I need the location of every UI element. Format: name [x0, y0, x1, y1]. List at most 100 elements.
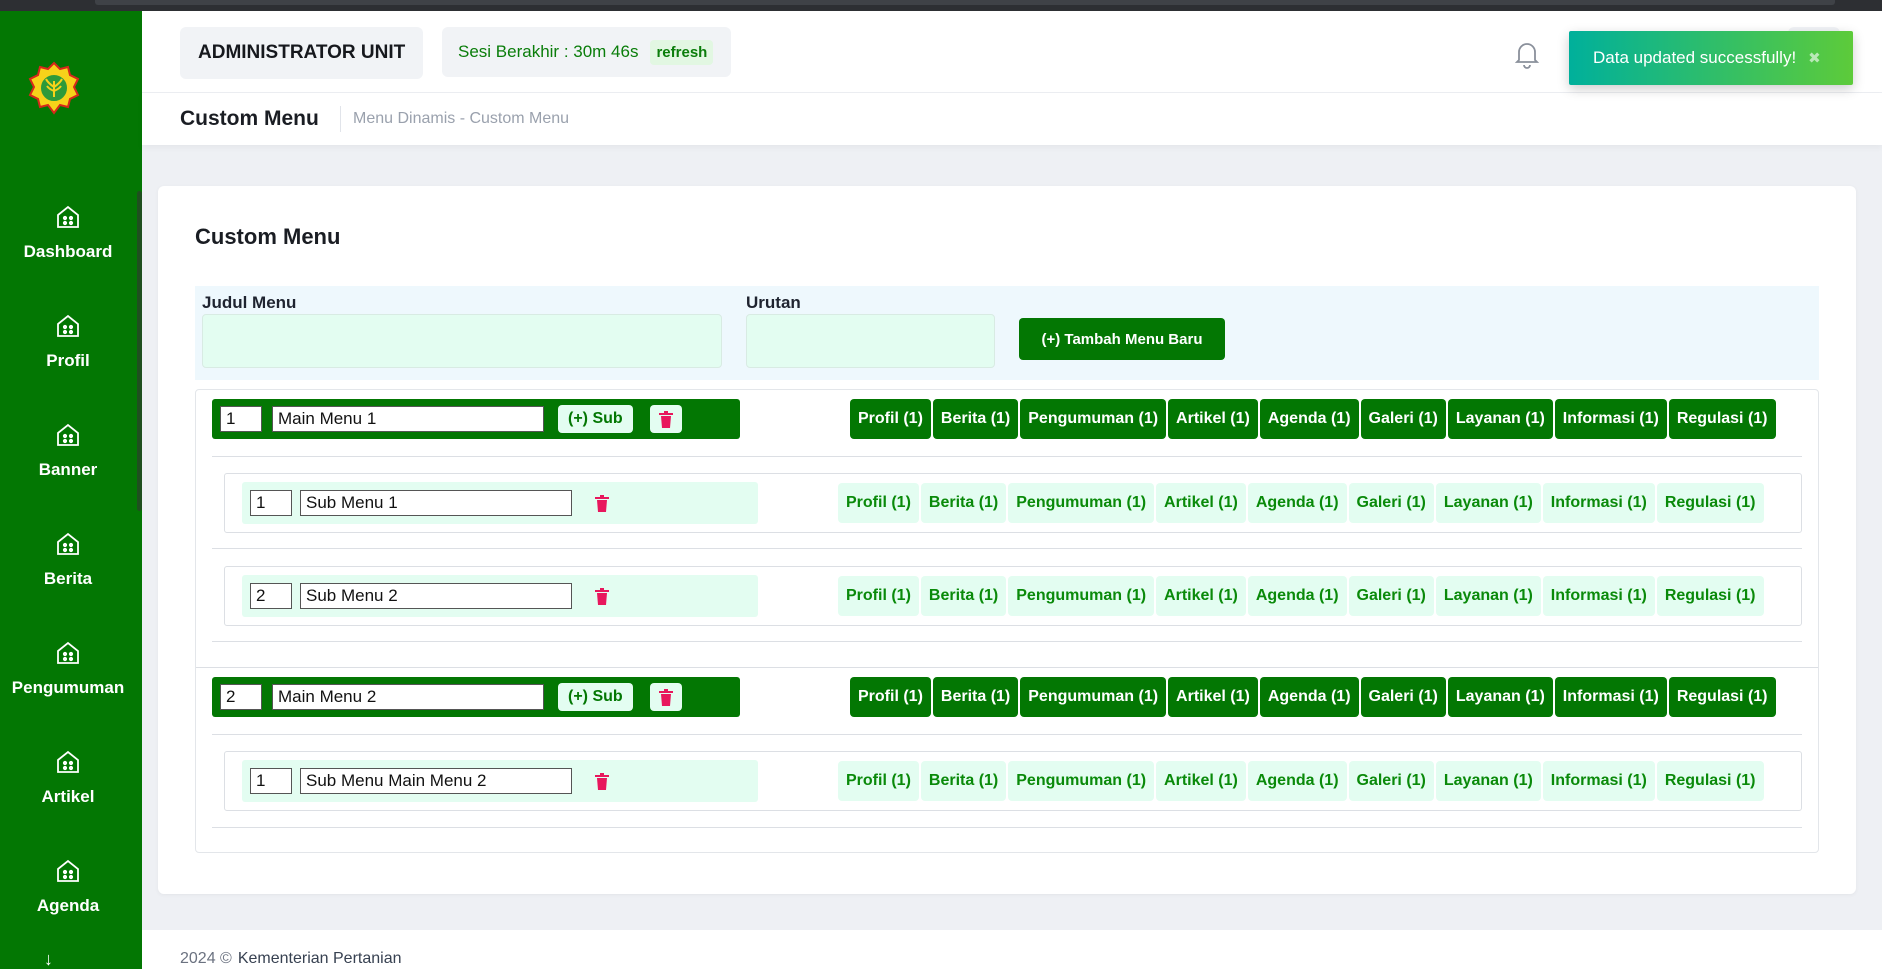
new-menu-form: Judul Menu Urutan (+) Tambah Menu Baru [195, 286, 1819, 380]
sub-name-input[interactable] [300, 768, 572, 794]
category-layanan[interactable]: Layanan (1) [1447, 399, 1553, 439]
add-menu-button[interactable]: (+) Tambah Menu Baru [1019, 318, 1225, 360]
category-agenda[interactable]: Agenda (1) [1259, 677, 1359, 717]
sub-order-input[interactable] [250, 490, 292, 516]
sub-name-input[interactable] [300, 583, 572, 609]
category-berita[interactable]: Berita (1) [920, 761, 1007, 801]
delete-button[interactable] [650, 405, 682, 433]
category-regulasi[interactable]: Regulasi (1) [1656, 761, 1764, 801]
category-berita[interactable]: Berita (1) [920, 483, 1007, 523]
main-menu-row: (+) Sub [212, 677, 740, 717]
arrow-down-icon[interactable]: ↓ [44, 949, 53, 969]
category-pengumuman[interactable]: Pengumuman (1) [1020, 677, 1167, 717]
sidebar-scrollbar[interactable] [137, 191, 142, 511]
menu-name-input[interactable] [272, 406, 544, 432]
divider [212, 827, 1802, 828]
divider [212, 456, 1802, 457]
divider [212, 641, 1802, 642]
menu-order-input[interactable] [220, 684, 262, 710]
main-menu-row: (+) Sub [212, 399, 740, 439]
category-berita[interactable]: Berita (1) [932, 399, 1019, 439]
urutan-input[interactable] [746, 314, 995, 368]
sidebar: Dashboard Profil Banner Berita Pengumuma… [0, 11, 142, 969]
category-profil[interactable]: Profil (1) [850, 399, 931, 439]
category-informasi[interactable]: Informasi (1) [1554, 677, 1667, 717]
judul-menu-input[interactable] [202, 314, 722, 368]
category-galeri[interactable]: Galeri (1) [1360, 677, 1446, 717]
delete-button[interactable] [586, 767, 618, 795]
category-berita[interactable]: Berita (1) [932, 677, 1019, 717]
category-agenda[interactable]: Agenda (1) [1247, 483, 1347, 523]
category-regulasi[interactable]: Regulasi (1) [1668, 399, 1776, 439]
sidebar-item-berita[interactable]: Berita [0, 521, 136, 630]
delete-button[interactable] [586, 582, 618, 610]
refresh-button[interactable]: refresh [650, 39, 714, 65]
category-profil[interactable]: Profil (1) [838, 761, 919, 801]
footer-text: 2024 © Kementerian Pertanian [180, 950, 401, 968]
category-informasi[interactable]: Informasi (1) [1542, 576, 1655, 616]
sub-order-input[interactable] [250, 768, 292, 794]
sub-menu-categories: Profil (1) Berita (1) Pengumuman (1) Art… [838, 483, 1764, 523]
category-galeri[interactable]: Galeri (1) [1348, 761, 1434, 801]
add-sub-button[interactable]: (+) Sub [558, 683, 633, 711]
menu-name-input[interactable] [272, 684, 544, 710]
category-galeri[interactable]: Galeri (1) [1348, 483, 1434, 523]
sidebar-item-artikel[interactable]: Artikel [0, 739, 136, 848]
category-layanan[interactable]: Layanan (1) [1447, 677, 1553, 717]
category-pengumuman[interactable]: Pengumuman (1) [1008, 576, 1155, 616]
category-artikel[interactable]: Artikel (1) [1156, 761, 1246, 801]
delete-button[interactable] [586, 489, 618, 517]
category-agenda[interactable]: Agenda (1) [1259, 399, 1359, 439]
sidebar-item-label: Artikel [41, 787, 95, 806]
category-pengumuman[interactable]: Pengumuman (1) [1008, 761, 1155, 801]
bell-icon[interactable] [1513, 39, 1541, 69]
sidebar-nav: Dashboard Profil Banner Berita Pengumuma… [0, 194, 136, 957]
sub-name-input[interactable] [300, 490, 572, 516]
add-sub-button[interactable]: (+) Sub [558, 405, 633, 433]
category-artikel[interactable]: Artikel (1) [1156, 576, 1246, 616]
category-informasi[interactable]: Informasi (1) [1542, 483, 1655, 523]
category-pengumuman[interactable]: Pengumuman (1) [1008, 483, 1155, 523]
sub-menu-row [242, 760, 758, 802]
category-layanan[interactable]: Layanan (1) [1435, 761, 1541, 801]
category-agenda[interactable]: Agenda (1) [1247, 761, 1347, 801]
success-toast: Data updated successfully! ✖ [1569, 31, 1853, 85]
sub-order-input[interactable] [250, 583, 292, 609]
sidebar-item-profil[interactable]: Profil [0, 303, 136, 412]
page-title: Custom Menu [180, 107, 319, 130]
category-layanan[interactable]: Layanan (1) [1435, 576, 1541, 616]
sub-menu-row [242, 575, 758, 617]
category-regulasi[interactable]: Regulasi (1) [1656, 483, 1764, 523]
category-regulasi[interactable]: Regulasi (1) [1668, 677, 1776, 717]
sidebar-item-banner[interactable]: Banner [0, 412, 136, 521]
delete-button[interactable] [650, 683, 682, 711]
category-agenda[interactable]: Agenda (1) [1247, 576, 1347, 616]
page-subheader: Custom Menu Menu Dinamis - Custom Menu [142, 93, 1882, 145]
sidebar-item-dashboard[interactable]: Dashboard [0, 194, 136, 303]
ministry-logo-icon [28, 61, 80, 115]
page-footer: 2024 © Kementerian Pertanian [142, 930, 1882, 969]
category-layanan[interactable]: Layanan (1) [1435, 483, 1541, 523]
breadcrumb: Menu Dinamis - Custom Menu [353, 110, 570, 127]
category-artikel[interactable]: Artikel (1) [1168, 399, 1258, 439]
category-informasi[interactable]: Informasi (1) [1554, 399, 1667, 439]
category-artikel[interactable]: Artikel (1) [1156, 483, 1246, 523]
category-galeri[interactable]: Galeri (1) [1348, 576, 1434, 616]
category-informasi[interactable]: Informasi (1) [1542, 761, 1655, 801]
sidebar-item-label: Profil [46, 351, 90, 370]
close-icon[interactable]: ✖ [1808, 49, 1821, 67]
category-berita[interactable]: Berita (1) [920, 576, 1007, 616]
category-profil[interactable]: Profil (1) [838, 483, 919, 523]
sidebar-item-pengumuman[interactable]: Pengumuman [0, 630, 136, 739]
category-regulasi[interactable]: Regulasi (1) [1656, 576, 1764, 616]
category-pengumuman[interactable]: Pengumuman (1) [1020, 399, 1167, 439]
category-profil[interactable]: Profil (1) [838, 576, 919, 616]
category-artikel[interactable]: Artikel (1) [1168, 677, 1258, 717]
menu-order-input[interactable] [220, 406, 262, 432]
home-icon [57, 532, 79, 555]
sidebar-item-agenda[interactable]: Agenda [0, 848, 136, 957]
urutan-label: Urutan [746, 293, 801, 312]
category-galeri[interactable]: Galeri (1) [1360, 399, 1446, 439]
category-profil[interactable]: Profil (1) [850, 677, 931, 717]
divider [196, 667, 1818, 668]
